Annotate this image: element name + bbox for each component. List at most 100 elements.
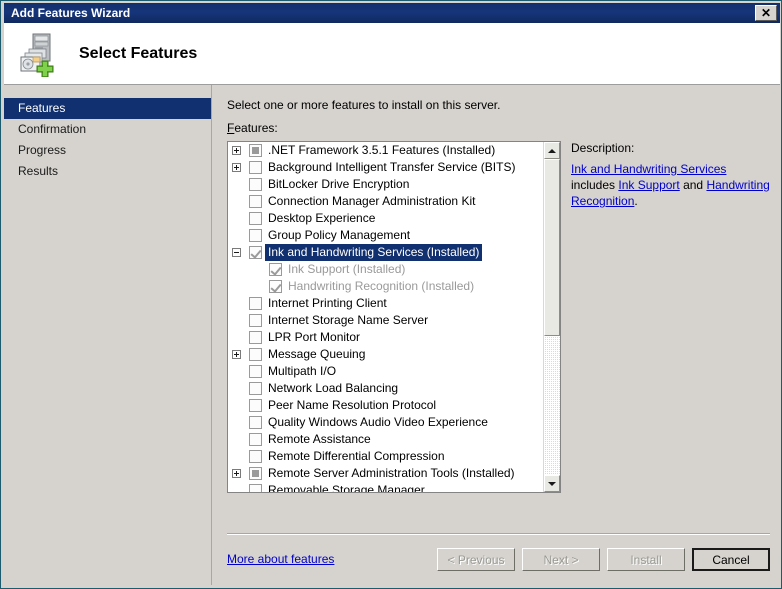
feature-row[interactable]: Connection Manager Administration Kit xyxy=(228,193,543,210)
expand-plus-icon[interactable] xyxy=(232,163,241,172)
feature-label: Message Queuing xyxy=(268,347,366,361)
feature-checkbox[interactable] xyxy=(249,399,262,412)
title-bar[interactable]: Add Features Wizard ✕ xyxy=(4,3,780,23)
sidebar-item-features[interactable]: Features xyxy=(4,98,211,119)
feature-row[interactable]: Remote Assistance xyxy=(228,431,543,448)
feature-row[interactable]: Peer Name Resolution Protocol xyxy=(228,397,543,414)
sidebar-item-progress[interactable]: Progress xyxy=(4,140,211,161)
collapse-minus-icon[interactable] xyxy=(232,248,241,257)
scrollbar-thumb[interactable] xyxy=(544,159,560,336)
expand-plus-icon[interactable] xyxy=(232,146,241,155)
feature-row[interactable]: Background Intelligent Transfer Service … xyxy=(228,159,543,176)
feature-checkbox[interactable] xyxy=(249,297,262,310)
feature-label: Group Policy Management xyxy=(268,228,411,242)
description-link[interactable]: Ink and Handwriting Services xyxy=(571,162,726,176)
feature-label: Peer Name Resolution Protocol xyxy=(268,398,437,412)
page-title: Select Features xyxy=(79,44,198,62)
sidebar-item-results[interactable]: Results xyxy=(4,161,211,182)
description-panel: Description: Ink and Handwriting Service… xyxy=(571,141,770,493)
previous-button[interactable]: < Previous xyxy=(437,548,515,571)
scroll-up-button[interactable] xyxy=(544,142,560,159)
feature-row[interactable]: Network Load Balancing xyxy=(228,380,543,397)
feature-row[interactable]: Desktop Experience xyxy=(228,210,543,227)
feature-row[interactable]: BitLocker Drive Encryption xyxy=(228,176,543,193)
feature-label: Connection Manager Administration Kit xyxy=(268,194,476,208)
features-tree-scrollbar[interactable] xyxy=(543,142,560,492)
feature-checkbox[interactable] xyxy=(249,484,262,492)
feature-checkbox[interactable] xyxy=(249,161,262,174)
feature-checkbox[interactable] xyxy=(249,212,262,225)
feature-label: Internet Storage Name Server xyxy=(268,313,429,327)
feature-label: LPR Port Monitor xyxy=(268,330,361,344)
feature-checkbox[interactable] xyxy=(269,280,282,293)
feature-label: Handwriting Recognition (Installed) xyxy=(288,279,475,293)
feature-row[interactable]: Removable Storage Manager xyxy=(228,482,543,492)
sidebar-item-confirmation[interactable]: Confirmation xyxy=(4,119,211,140)
next-button[interactable]: Next > xyxy=(522,548,600,571)
install-button-label: Install xyxy=(630,552,662,567)
feature-row[interactable]: Internet Storage Name Server xyxy=(228,312,543,329)
feature-checkbox[interactable] xyxy=(249,433,262,446)
next-button-label: Next > xyxy=(543,552,579,567)
more-about-features-link[interactable]: More about features xyxy=(227,552,334,566)
feature-label: Internet Printing Client xyxy=(268,296,387,310)
cancel-button-label: Cancel xyxy=(705,550,757,569)
feature-row[interactable]: Handwriting Recognition (Installed) xyxy=(228,278,543,295)
description-text: . xyxy=(634,194,638,208)
close-button[interactable]: ✕ xyxy=(755,5,777,21)
description-link[interactable]: Ink Support xyxy=(618,178,679,192)
feature-row[interactable]: Remote Differential Compression xyxy=(228,448,543,465)
scrollbar-track[interactable] xyxy=(544,159,560,475)
feature-row[interactable]: Remote Server Administration Tools (Inst… xyxy=(228,465,543,482)
feature-row[interactable]: Multipath I/O xyxy=(228,363,543,380)
feature-label: Removable Storage Manager xyxy=(268,483,425,492)
description-text: includes xyxy=(571,178,619,192)
feature-checkbox[interactable] xyxy=(249,331,262,344)
description-title: Description: xyxy=(571,141,635,155)
feature-checkbox[interactable] xyxy=(249,348,262,361)
feature-checkbox[interactable] xyxy=(269,263,282,276)
feature-checkbox[interactable] xyxy=(249,382,262,395)
feature-row[interactable]: .NET Framework 3.5.1 Features (Installed… xyxy=(228,142,543,159)
feature-label: .NET Framework 3.5.1 Features (Installed… xyxy=(268,143,496,157)
scroll-down-button[interactable] xyxy=(544,475,560,492)
feature-checkbox[interactable] xyxy=(249,416,262,429)
feature-checkbox[interactable] xyxy=(249,195,262,208)
feature-checkbox[interactable] xyxy=(249,314,262,327)
feature-row[interactable]: Message Queuing xyxy=(228,346,543,363)
feature-checkbox[interactable] xyxy=(249,229,262,242)
expand-plus-icon[interactable] xyxy=(232,469,241,478)
feature-row[interactable]: Ink Support (Installed) xyxy=(228,261,543,278)
feature-label: BitLocker Drive Encryption xyxy=(268,177,410,191)
feature-checkbox[interactable] xyxy=(249,144,262,157)
expand-plus-icon[interactable] xyxy=(232,350,241,359)
features-label-rest: eatures: xyxy=(234,121,278,135)
features-tree[interactable]: .NET Framework 3.5.1 Features (Installed… xyxy=(227,141,561,493)
feature-checkbox[interactable] xyxy=(249,467,262,480)
feature-row[interactable]: LPR Port Monitor xyxy=(228,329,543,346)
feature-row[interactable]: Quality Windows Audio Video Experience xyxy=(228,414,543,431)
cancel-button[interactable]: Cancel xyxy=(692,548,770,571)
feature-checkbox[interactable] xyxy=(249,365,262,378)
feature-label: Quality Windows Audio Video Experience xyxy=(268,415,488,429)
feature-label: Remote Server Administration Tools (Inst… xyxy=(268,466,515,480)
more-about-features-link-wrap: More about features xyxy=(227,552,334,566)
install-button[interactable]: Install xyxy=(607,548,685,571)
feature-checkbox[interactable] xyxy=(249,450,262,463)
description-text: and xyxy=(679,178,707,192)
description-body: Ink and Handwriting Services includes In… xyxy=(571,161,770,209)
wizard-body: Features Confirmation Progress Results S… xyxy=(4,85,780,585)
instruction-text: Select one or more features to install o… xyxy=(227,98,501,112)
features-list-label: Features: xyxy=(227,121,278,135)
server-add-feature-icon xyxy=(15,31,61,77)
feature-checkbox[interactable] xyxy=(249,178,262,191)
feature-row[interactable]: Internet Printing Client xyxy=(228,295,543,312)
footer-divider xyxy=(227,533,770,535)
wizard-steps-sidebar: Features Confirmation Progress Results xyxy=(4,85,212,585)
wizard-buttons: < Previous Next > Install Cancel xyxy=(437,548,770,571)
feature-row[interactable]: Ink and Handwriting Services (Installed) xyxy=(228,244,543,261)
feature-checkbox[interactable] xyxy=(249,246,262,259)
previous-button-label: < Previous xyxy=(447,552,505,567)
feature-row[interactable]: Group Policy Management xyxy=(228,227,543,244)
scroll-up-arrow-icon xyxy=(548,148,556,153)
